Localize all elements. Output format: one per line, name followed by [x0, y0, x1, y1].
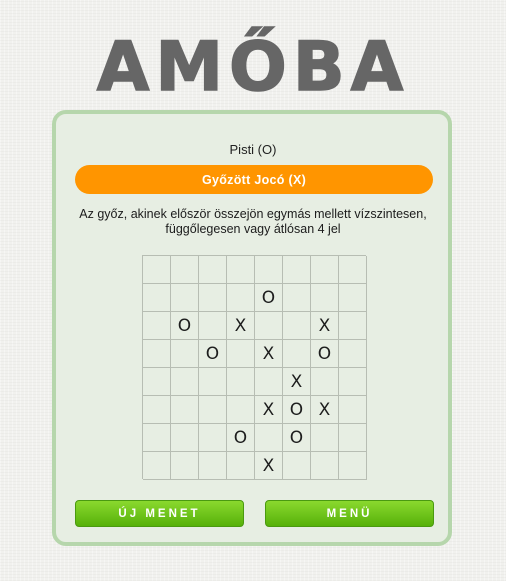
board-cell[interactable] [339, 284, 367, 312]
board-cell[interactable] [143, 312, 171, 340]
board-cell[interactable] [255, 368, 283, 396]
board-cell[interactable] [199, 256, 227, 284]
board-cell[interactable] [311, 284, 339, 312]
logo: AMŐBA [96, 26, 410, 98]
board-cell[interactable]: X [283, 368, 311, 396]
menu-button[interactable]: MENÜ [265, 500, 434, 527]
board-cell[interactable] [255, 312, 283, 340]
board-cell[interactable] [283, 340, 311, 368]
board-cell[interactable] [171, 424, 199, 452]
board-cell[interactable] [255, 424, 283, 452]
board-cell[interactable] [143, 340, 171, 368]
new-round-label: ÚJ MENET [118, 507, 201, 520]
board-cell[interactable] [283, 284, 311, 312]
board-cell[interactable] [199, 452, 227, 480]
board-cell[interactable] [311, 452, 339, 480]
board-cell[interactable] [199, 312, 227, 340]
board-cell[interactable] [283, 312, 311, 340]
board-cell[interactable] [171, 256, 199, 284]
board-cell[interactable]: O [199, 340, 227, 368]
board-cell[interactable] [171, 396, 199, 424]
board-cell[interactable] [339, 452, 367, 480]
board-cell[interactable] [143, 284, 171, 312]
board-cell[interactable] [339, 368, 367, 396]
board-cell[interactable] [227, 284, 255, 312]
board-cell[interactable]: X [255, 452, 283, 480]
board-cell[interactable] [143, 396, 171, 424]
board-cell[interactable] [171, 368, 199, 396]
board-cell[interactable] [171, 452, 199, 480]
new-round-button[interactable]: ÚJ MENET [75, 500, 244, 527]
board-cell[interactable] [227, 368, 255, 396]
board-cell[interactable]: X [311, 396, 339, 424]
board-cell[interactable] [143, 256, 171, 284]
board-cell[interactable]: O [311, 340, 339, 368]
board-cell[interactable] [339, 424, 367, 452]
board-cell[interactable]: O [283, 424, 311, 452]
board-cell[interactable] [143, 424, 171, 452]
board-cell[interactable]: O [283, 396, 311, 424]
menu-label: MENÜ [326, 507, 373, 520]
board-cell[interactable] [339, 312, 367, 340]
board-cell[interactable] [199, 396, 227, 424]
board-cell[interactable] [283, 452, 311, 480]
board-cell[interactable] [171, 340, 199, 368]
game-board: OOXXOXOXXOXOOX [142, 255, 367, 480]
board-cell[interactable]: X [311, 312, 339, 340]
board-cell[interactable]: X [255, 396, 283, 424]
board-cell[interactable] [283, 256, 311, 284]
board-cell[interactable]: O [171, 312, 199, 340]
board-cell[interactable] [227, 396, 255, 424]
logo-text: AMŐBA [97, 27, 410, 98]
board-cell[interactable] [339, 396, 367, 424]
board-cell[interactable] [143, 368, 171, 396]
rules-line-2: függőlegesen vagy átlósan 4 jel [165, 222, 341, 236]
board-cell[interactable] [143, 452, 171, 480]
board-cell[interactable]: O [227, 424, 255, 452]
rules-text: Az győz, akinek először összejön egymás … [60, 207, 446, 237]
current-player-label: Pisti (O) [229, 142, 277, 157]
board-cell[interactable] [311, 368, 339, 396]
board-cell[interactable] [227, 256, 255, 284]
board-cell[interactable] [199, 424, 227, 452]
board-cell[interactable] [311, 256, 339, 284]
board-cell[interactable] [255, 256, 283, 284]
rules-line-1: Az győz, akinek először összejön egymás … [79, 207, 427, 221]
board-cell[interactable]: X [227, 312, 255, 340]
board-cell[interactable] [199, 284, 227, 312]
board-cell[interactable]: X [255, 340, 283, 368]
winner-status-bar: Győzött Jocó (X) [75, 165, 433, 194]
winner-status-text: Győzött Jocó (X) [201, 172, 307, 187]
board-cell[interactable] [311, 424, 339, 452]
board-cell[interactable] [199, 368, 227, 396]
board-cell[interactable] [339, 256, 367, 284]
board-cell[interactable] [171, 284, 199, 312]
board-cell[interactable]: O [255, 284, 283, 312]
board-cell[interactable] [227, 452, 255, 480]
board-cell[interactable] [339, 340, 367, 368]
board-cell[interactable] [227, 340, 255, 368]
